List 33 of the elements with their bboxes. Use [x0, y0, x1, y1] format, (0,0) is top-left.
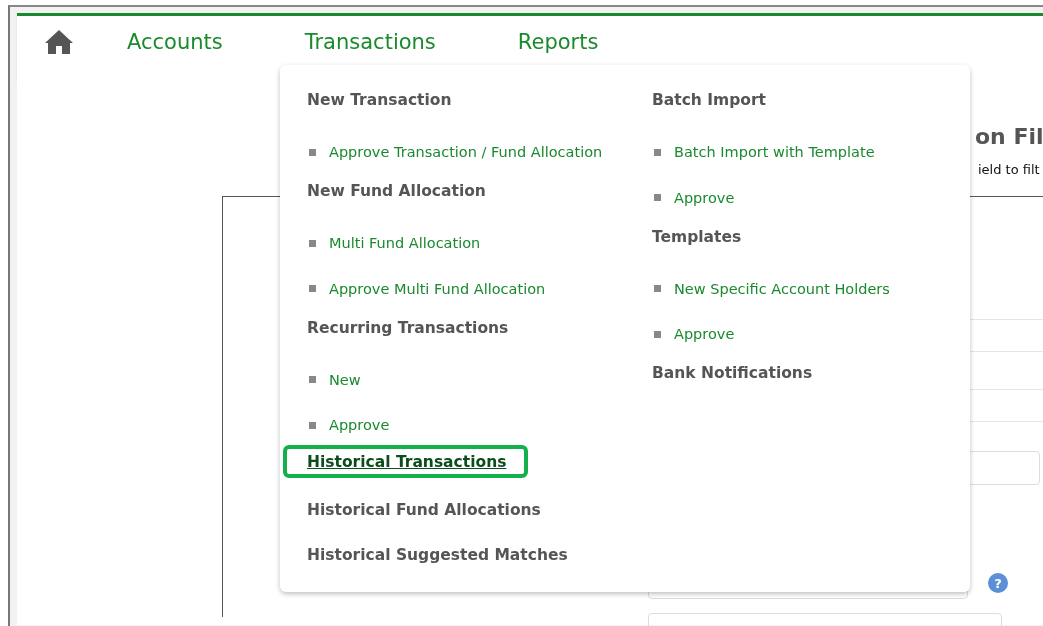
- bullet-icon: [654, 194, 661, 202]
- bullet-icon: [309, 239, 316, 247]
- menu-heading-link[interactable]: New Fund Allocation: [307, 180, 486, 200]
- menu-link[interactable]: Approve: [674, 189, 735, 206]
- menu-heading-link[interactable]: Historical Fund Allocations: [307, 498, 541, 519]
- menu-heading-link[interactable]: Historical Suggested Matches: [307, 544, 568, 564]
- menu-heading-link[interactable]: Templates: [652, 225, 742, 246]
- menu-link[interactable]: Approve Transaction / Fund Allocation: [329, 144, 603, 161]
- bullet-icon: [309, 285, 316, 293]
- menu-link[interactable]: Multi Fund Allocation: [329, 235, 481, 252]
- menu-link[interactable]: Batch Import with Template: [674, 144, 875, 161]
- menu-heading-link[interactable]: Batch Import: [652, 89, 767, 109]
- menu-link[interactable]: Approve: [329, 417, 390, 434]
- bullet-icon: [654, 285, 661, 293]
- nav-link[interactable]: Reports: [517, 30, 599, 54]
- menu-link[interactable]: Approve Multi Fund Allocation: [329, 280, 546, 297]
- menu-heading-link[interactable]: Bank Notifications: [652, 362, 813, 382]
- menu-heading-link[interactable]: Recurring Transactions: [307, 316, 509, 337]
- menu-link[interactable]: New: [329, 371, 361, 388]
- hint-text: ield to filt: [978, 162, 1040, 177]
- nav-link[interactable]: Accounts: [127, 30, 223, 54]
- nav-link[interactable]: Transactions: [304, 30, 436, 54]
- bullet-icon: [654, 148, 661, 156]
- page-heading: on Fil: [975, 124, 1043, 149]
- menu-link[interactable]: Approve: [674, 326, 735, 343]
- bullet-icon: [309, 421, 316, 429]
- home-icon[interactable]: [44, 29, 74, 55]
- help-icon[interactable]: ?: [988, 573, 1008, 593]
- bullet-icon: [654, 330, 661, 338]
- menu-link[interactable]: New Specific Account Holders: [674, 280, 890, 297]
- bullet-icon: [309, 376, 316, 384]
- bullet-icon: [309, 148, 316, 156]
- menu-heading-link[interactable]: New Transaction: [307, 89, 452, 109]
